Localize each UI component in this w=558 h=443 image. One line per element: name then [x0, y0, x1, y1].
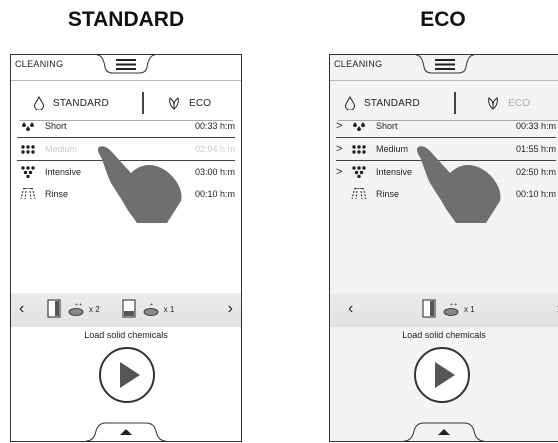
dispenser-icon — [47, 299, 61, 318]
mode-standard-label: STANDARD — [364, 97, 420, 109]
chevron-left-icon[interactable]: ‹ — [348, 300, 353, 318]
mode-eco-button[interactable]: ECO — [486, 92, 530, 114]
chevron-right-icon: > — [336, 120, 343, 132]
pointing-hand-icon — [416, 146, 501, 223]
short-program-icon — [353, 122, 365, 131]
intensive-program-icon — [352, 166, 366, 178]
rinse-program-icon — [20, 188, 36, 200]
divider — [11, 80, 241, 81]
chemical-items: + + x 2 + x 1 — [47, 299, 174, 319]
program-name: Short — [45, 121, 67, 131]
standard-screen: CLEANING STANDARD ECO Short 00:33 h:m Me… — [10, 54, 242, 442]
menu-tab[interactable] — [97, 55, 155, 75]
dispenser-icon — [122, 299, 136, 318]
intensive-program-icon — [21, 166, 35, 178]
mode-standard-label: STANDARD — [53, 97, 109, 109]
chevron-right-icon[interactable]: › — [228, 300, 233, 318]
mode-standard-button[interactable]: STANDARD — [33, 92, 109, 114]
program-row-short[interactable]: Short 00:33 h:m — [17, 115, 235, 137]
eco-heading: ECO — [420, 8, 466, 31]
chemicals-label: Load solid chemicals — [402, 330, 486, 340]
mode-eco-label: ECO — [189, 97, 212, 109]
play-icon — [120, 362, 140, 388]
hamburger-menu-icon[interactable] — [435, 59, 455, 70]
chemical-count: x 1 — [464, 304, 475, 314]
program-time: 00:33 h:m — [194, 121, 235, 131]
eco-leaf-icon — [169, 97, 179, 110]
chemical-items: + + x 1 — [422, 299, 475, 319]
svg-text:+ +: + + — [450, 302, 457, 308]
short-program-icon — [22, 122, 34, 131]
screen-title: CLEANING — [15, 59, 64, 69]
svg-text:+: + — [150, 302, 153, 308]
eco-leaf-icon — [488, 97, 498, 110]
hamburger-menu-icon[interactable] — [116, 59, 136, 70]
chemical-count: x 2 — [89, 304, 100, 314]
mode-selector: STANDARD ECO — [29, 92, 229, 114]
svg-text:+ +: + + — [75, 302, 82, 308]
start-button[interactable] — [99, 347, 155, 403]
rinse-program-icon — [351, 188, 367, 200]
eco-screen: CLEANING STANDARD ECO > Short 00:33 h:m … — [329, 54, 558, 442]
mode-eco-button[interactable]: ECO — [167, 92, 211, 114]
chemicals-label: Load solid chemicals — [84, 330, 168, 340]
medium-program-icon — [21, 145, 35, 154]
program-time: 00:33 h:m — [515, 121, 556, 131]
bottom-tab[interactable] — [404, 421, 484, 441]
mode-standard-button[interactable]: STANDARD — [344, 92, 420, 114]
start-button[interactable] — [414, 347, 470, 403]
tablet-icon: + + — [443, 302, 459, 316]
play-icon — [435, 362, 455, 388]
mode-selector: STANDARD ECO — [344, 92, 548, 114]
chevron-right-icon: > — [336, 166, 343, 178]
pointing-hand-icon — [97, 146, 182, 223]
medium-program-icon — [352, 145, 366, 154]
chemicals-bar: ‹ + + x 1 › — [330, 293, 558, 327]
standard-heading: STANDARD — [67, 8, 185, 31]
water-drop-icon — [344, 96, 356, 110]
chemicals-bar: ‹ + + x 2 + x 1 › — [11, 293, 241, 327]
chevron-left-icon[interactable]: ‹ — [19, 300, 24, 318]
bottom-tab[interactable] — [86, 421, 166, 441]
mode-indicator — [142, 92, 144, 114]
top-bar: CLEANING — [11, 55, 241, 79]
screen-title: CLEANING — [334, 59, 383, 69]
mode-eco-label: ECO — [508, 97, 531, 109]
menu-tab[interactable] — [416, 55, 474, 75]
divider — [330, 80, 558, 81]
chevron-right-icon: > — [336, 143, 343, 155]
chemical-count: x 1 — [163, 304, 175, 314]
dispenser-icon — [422, 299, 436, 318]
program-row-short[interactable]: > Short 00:33 h:m — [336, 115, 556, 137]
water-drop-icon — [33, 96, 45, 110]
program-name: Short — [376, 121, 398, 131]
tablet-icon: + + — [68, 302, 84, 316]
tablet-icon: + — [143, 302, 159, 316]
top-bar: CLEANING — [330, 55, 558, 79]
mode-indicator — [454, 92, 456, 114]
